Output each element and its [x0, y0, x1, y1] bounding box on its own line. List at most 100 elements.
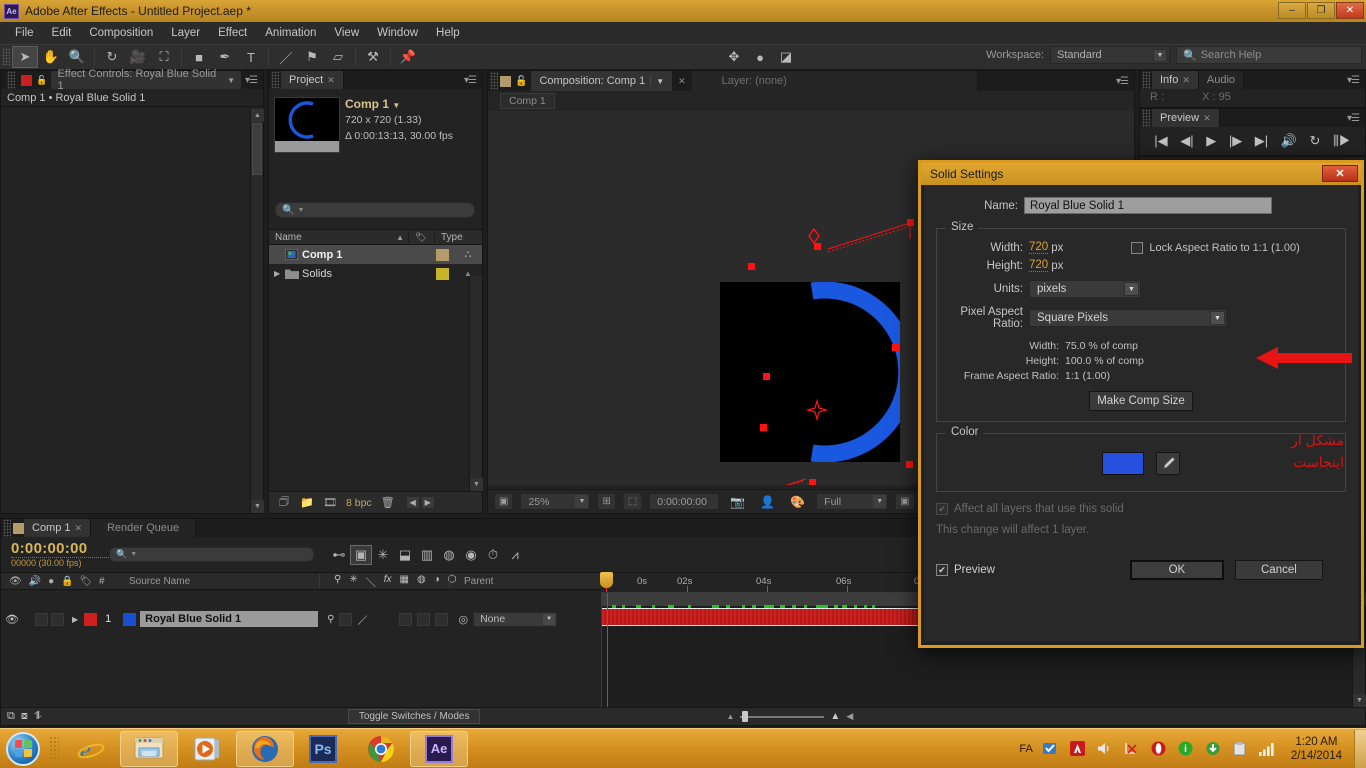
audio-button[interactable]: 🔊 [1281, 133, 1297, 149]
make-comp-size-button[interactable]: Make Comp Size [1089, 391, 1193, 411]
taskbar-chrome[interactable] [352, 731, 410, 767]
last-frame-button[interactable]: ▶| [1255, 133, 1268, 149]
show-snapshot-icon[interactable]: 👤 [756, 493, 779, 510]
puppet-pin-tool[interactable]: 📌 [395, 46, 421, 68]
playhead-handle-icon[interactable] [600, 572, 613, 588]
dot-icon[interactable]: ● [747, 46, 773, 68]
preview-checkbox-row[interactable]: ✔ Preview [936, 564, 995, 576]
collapse-toggle[interactable] [339, 612, 353, 626]
lock-icon[interactable]: 🔓 [36, 74, 48, 86]
close-icon[interactable]: ✕ [1182, 75, 1190, 86]
eye-icon[interactable]: 👁 [1, 613, 23, 626]
frame-blend-icon[interactable]: ▦ [400, 574, 409, 589]
motion-blur-toggle[interactable] [417, 612, 431, 626]
menu-item-view[interactable]: View [325, 25, 368, 41]
menu-item-effect[interactable]: Effect [209, 25, 256, 41]
show-desktop-button[interactable] [1354, 729, 1366, 768]
selection-handle[interactable] [907, 219, 914, 226]
new-composition-icon[interactable]: 🗇 [277, 496, 291, 509]
taskbar-file-explorer[interactable] [120, 730, 178, 767]
action-center-icon[interactable] [1042, 740, 1060, 758]
chevron-down-icon[interactable]: ▼ [650, 76, 664, 86]
anchor-point-icon[interactable] [806, 399, 828, 421]
menu-item-file[interactable]: File [6, 25, 43, 41]
shy-icon[interactable]: ⚲ [334, 574, 341, 589]
menu-item-composition[interactable]: Composition [80, 25, 162, 41]
next-arrow-icon[interactable]: ▶ [420, 496, 435, 509]
panel-menu-icon[interactable]: ▾☰ [245, 75, 263, 86]
selection-handle[interactable] [906, 461, 913, 468]
height-value[interactable]: 720 [1029, 259, 1049, 272]
motion-sketch-icon[interactable]: ⥮ [34, 710, 42, 723]
curves-icon[interactable]: ⩘ [504, 545, 526, 565]
3d-layer-toggle[interactable] [435, 612, 449, 626]
snapping-icon[interactable]: ◪ [773, 46, 799, 68]
chevron-down-icon[interactable]: ▼ [392, 101, 400, 110]
tab-comp1[interactable]: Comp 1 ✕ [24, 519, 92, 537]
lock-icon[interactable]: 🔒 [61, 576, 73, 587]
column-name[interactable]: Name ▲ [269, 229, 409, 245]
column-tag[interactable]: 🏷 [409, 229, 435, 245]
language-indicator[interactable]: FA [1019, 743, 1032, 755]
solid-name-input[interactable]: Royal Blue Solid 1 [1024, 197, 1272, 214]
quality-icon[interactable]: ＼ [366, 574, 376, 589]
restore-button[interactable]: ❐ [1307, 2, 1335, 19]
zoom-slider-thumb[interactable] [742, 710, 749, 722]
hide-shy-layers-icon[interactable]: ✳ [372, 545, 394, 565]
draft-3d-icon[interactable]: ▣ [350, 544, 372, 565]
delete-icon[interactable]: 🗑 [381, 496, 395, 509]
panel-menu-icon[interactable]: ▾☰ [1116, 76, 1134, 87]
project-row-comp1[interactable]: Comp 1 ⛬ [269, 245, 482, 264]
bit-depth-label[interactable]: 8 bpc [346, 497, 372, 509]
clipboard-icon[interactable] [1231, 740, 1249, 758]
panel-menu-icon[interactable]: ▾☰ [464, 75, 482, 86]
menu-item-animation[interactable]: Animation [256, 25, 325, 41]
parent-pickwhip-icon[interactable]: ◎ [458, 613, 468, 626]
zoom-slider[interactable]: ▲ ▲ ◀ [726, 710, 853, 722]
expand-triangle-icon[interactable]: ▶ [72, 615, 78, 624]
toggle-transparency-icon[interactable]: ▣ [895, 493, 915, 510]
camera-tool[interactable]: 🎥 [125, 46, 151, 68]
brush-tool[interactable]: ／ [273, 46, 299, 68]
parent-select[interactable]: None ▼ [473, 611, 558, 627]
close-button[interactable]: ✕ [1336, 2, 1364, 19]
scroll-up-arrow-icon[interactable]: ▲ [251, 109, 264, 122]
selection-handle[interactable] [892, 344, 899, 351]
current-time-display[interactable]: 0:00:00:00 00000 (30.00 fps) [1, 541, 109, 568]
menu-item-window[interactable]: Window [368, 25, 427, 41]
cancel-button[interactable]: Cancel [1234, 560, 1323, 580]
column-type[interactable]: Type [435, 229, 479, 245]
selection-handle[interactable] [809, 479, 816, 485]
scroll-down-arrow-icon[interactable]: ▼ [470, 478, 483, 491]
collapse-icon[interactable]: ✳ [349, 574, 357, 589]
scrollbar-thumb[interactable] [252, 123, 262, 175]
comp-mini-flowchart-icon[interactable]: ⧇ [21, 710, 28, 723]
hand-tool[interactable]: ✋ [38, 46, 64, 68]
workspace-select[interactable]: Standard ▼ [1050, 46, 1170, 64]
breadcrumb-comp1[interactable]: Comp 1 [500, 93, 555, 109]
menu-item-layer[interactable]: Layer [162, 25, 209, 41]
playhead[interactable] [600, 572, 613, 592]
zoom-out-icon[interactable]: ▲ [726, 712, 734, 721]
toggle-switches-modes-button[interactable]: Toggle Switches / Modes [347, 709, 481, 724]
grid-guides-icon[interactable]: ⊞ [597, 493, 616, 510]
comp-flowchart-icon[interactable]: ⧉ [7, 710, 15, 723]
column-source-name[interactable]: Source Name [119, 576, 319, 587]
start-button[interactable] [0, 730, 46, 768]
collapse-arrow-icon[interactable]: ◀ [846, 711, 853, 722]
units-select[interactable]: pixels ▼ [1029, 280, 1141, 298]
label-color-swatch[interactable] [435, 267, 449, 280]
frame-blend-toggle[interactable] [399, 612, 413, 626]
layer-label-color[interactable] [84, 612, 98, 626]
search-help-input[interactable]: 🔍 Search Help [1176, 46, 1362, 64]
opera-icon[interactable] [1150, 740, 1168, 758]
info-icon[interactable]: i [1177, 740, 1195, 758]
layer-name[interactable]: Royal Blue Solid 1 [140, 611, 319, 627]
taskbar-windows-media-player[interactable] [178, 731, 236, 767]
shy-toggle-icon[interactable]: ⚲ [327, 614, 334, 625]
scroll-down-arrow-icon[interactable]: ▼ [1353, 694, 1366, 707]
tab-layer[interactable]: Layer: (none) [691, 71, 817, 91]
audio-toggle[interactable] [35, 612, 48, 626]
timeline-layer-row[interactable]: 👁 ▶ 1 Royal Blue Solid 1 ⚲ ／ ◎ None ▼ [1, 610, 601, 628]
quality-icon[interactable]: ／ [357, 612, 367, 627]
